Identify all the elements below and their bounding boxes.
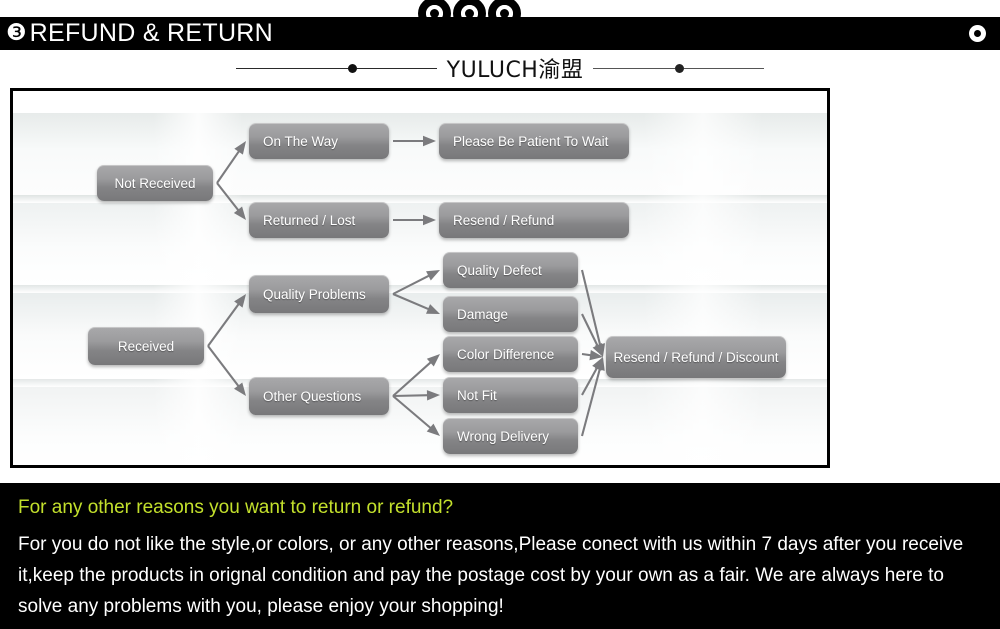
brand-line: YULUCH渝盟: [0, 52, 1000, 84]
divider-dot-icon: [675, 63, 685, 73]
flow-node-label: Other Questions: [263, 388, 362, 404]
page-header: ❸ REFUND & RETURN YULUCH渝盟: [0, 0, 1000, 86]
flow-node-label: Returned / Lost: [263, 212, 356, 228]
policy-text-block: For any other reasons you want to return…: [0, 483, 1000, 629]
flow-node-label: Not Received: [114, 175, 196, 191]
divider-dot-icon: [347, 63, 357, 73]
flow-node-label: Wrong Delivery: [457, 428, 550, 444]
flow-node-label: Not Fit: [457, 387, 497, 403]
flow-node-other-questions: Other Questions: [249, 377, 389, 415]
flow-node-color-difference: Color Difference: [443, 336, 578, 372]
flow-node-label: On The Way: [263, 133, 339, 149]
page-title: REFUND & RETURN: [29, 19, 274, 47]
flow-node-received: Received: [88, 327, 204, 365]
divider-line: [593, 67, 676, 69]
divider-line: [356, 67, 437, 69]
policy-heading: For any other reasons you want to return…: [18, 497, 454, 518]
flow-node-not-fit: Not Fit: [443, 377, 578, 413]
flowchart-nodes: Not Received On The Way Returned / Lost Ple…: [13, 91, 827, 465]
flow-node-label: Resend / Refund: [453, 212, 555, 228]
flow-node-please-be-patient: Please Be Patient To Wait: [439, 123, 629, 159]
flow-node-not-received: Not Received: [97, 165, 213, 201]
policy-line: solve any problems with you, please enjo…: [18, 596, 504, 617]
flow-node-resend-refund-discount: Resend / Refund / Discount: [606, 336, 786, 378]
flow-node-quality-defect: Quality Defect: [443, 252, 578, 288]
section-number-badge: ❸: [6, 20, 27, 46]
policy-line: For you do not like the style,or colors,…: [18, 534, 964, 555]
flow-node-label: Received: [117, 338, 175, 354]
policy-line: it,keep the products in orignal conditio…: [18, 565, 944, 586]
flow-node-label: Resend / Refund / Discount: [613, 349, 779, 365]
flow-node-label: Please Be Patient To Wait: [453, 133, 609, 149]
flow-node-quality-problems: Quality Problems: [249, 275, 389, 313]
flow-node-returned-lost: Returned / Lost: [249, 202, 389, 238]
flowchart-panel: Not Received On The Way Returned / Lost Ple…: [10, 88, 830, 468]
flow-node-resend-refund: Resend / Refund: [439, 202, 629, 238]
flow-node-on-the-way: On The Way: [249, 123, 389, 159]
flow-node-label: Color Difference: [457, 346, 555, 362]
brand-name: YULUCH渝盟: [446, 58, 584, 83]
flow-node-label: Quality Problems: [263, 286, 366, 302]
divider-line: [684, 67, 765, 69]
flow-node-label: Damage: [457, 306, 509, 322]
circle-dot-icon: [969, 25, 986, 42]
flow-node-label: Quality Defect: [457, 262, 542, 278]
flow-node-damage: Damage: [443, 296, 578, 332]
divider-line: [235, 67, 348, 69]
flow-node-wrong-delivery: Wrong Delivery: [443, 418, 578, 454]
title-bar: ❸ REFUND & RETURN: [0, 17, 1000, 50]
